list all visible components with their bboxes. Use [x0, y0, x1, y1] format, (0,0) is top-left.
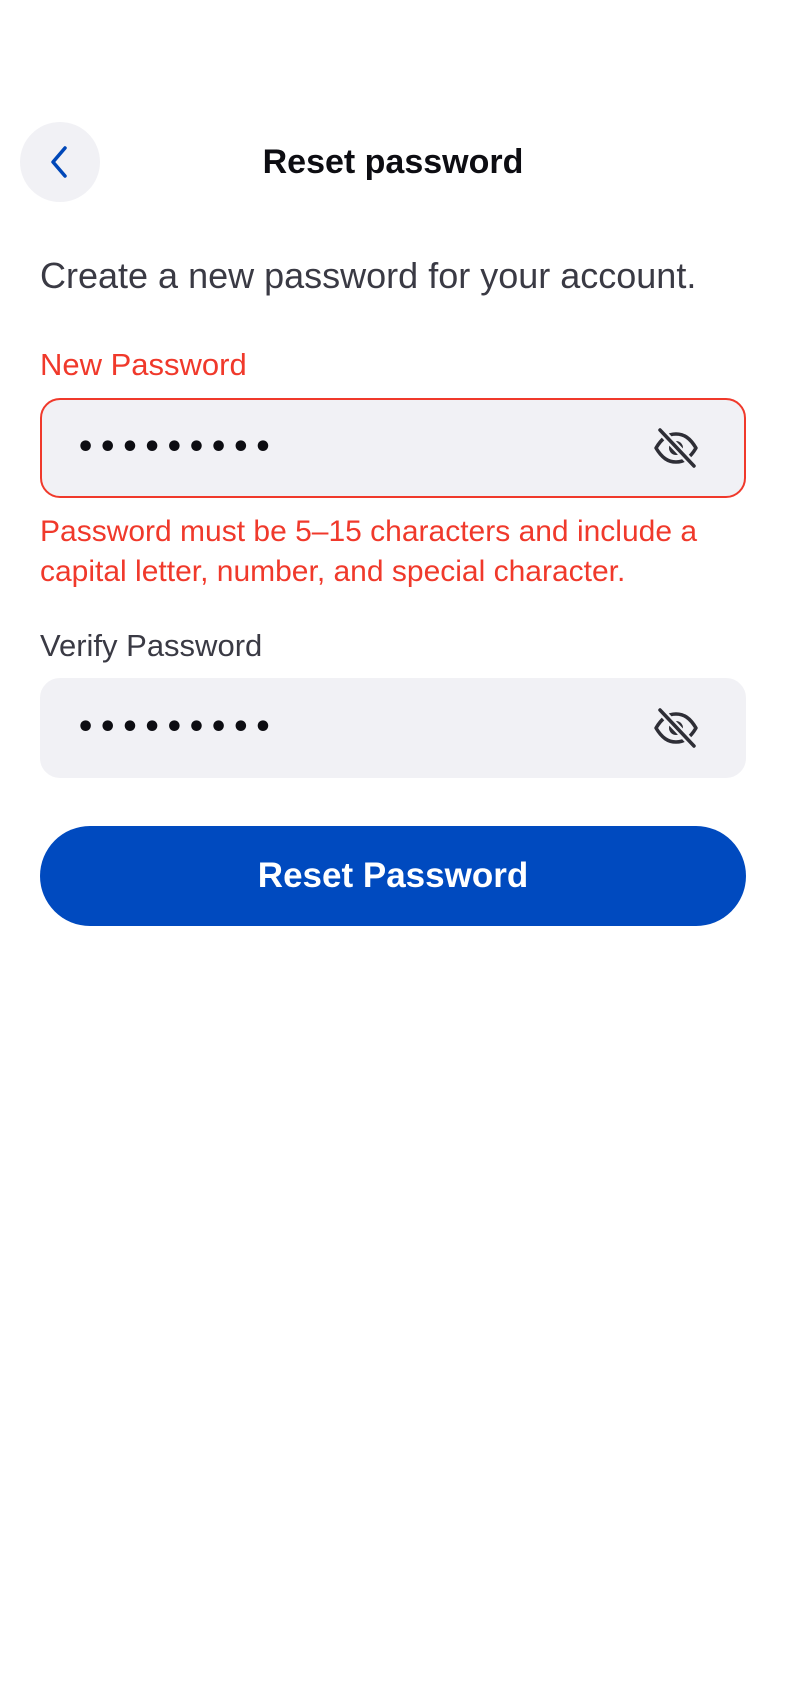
reset-password-button[interactable]: Reset Password — [40, 826, 746, 926]
eye-off-icon[interactable] — [652, 426, 700, 470]
reset-password-screen: Reset password Create a new password for… — [0, 0, 786, 1704]
page-title: Reset password — [262, 143, 524, 181]
verify-password-value[interactable]: ••••••••• — [76, 680, 276, 776]
new-password-label: New Password — [40, 347, 247, 382]
verify-password-field[interactable]: ••••••••• — [40, 678, 746, 778]
eye-off-icon[interactable] — [652, 706, 700, 750]
new-password-error: Password must be 5–15 characters and inc… — [40, 515, 698, 588]
verify-password-label: Verify Password — [40, 628, 263, 663]
new-password-field[interactable]: ••••••••• — [40, 398, 746, 498]
new-password-value[interactable]: ••••••••• — [76, 400, 276, 496]
page-subtitle: Create a new password for your account. — [40, 255, 697, 296]
